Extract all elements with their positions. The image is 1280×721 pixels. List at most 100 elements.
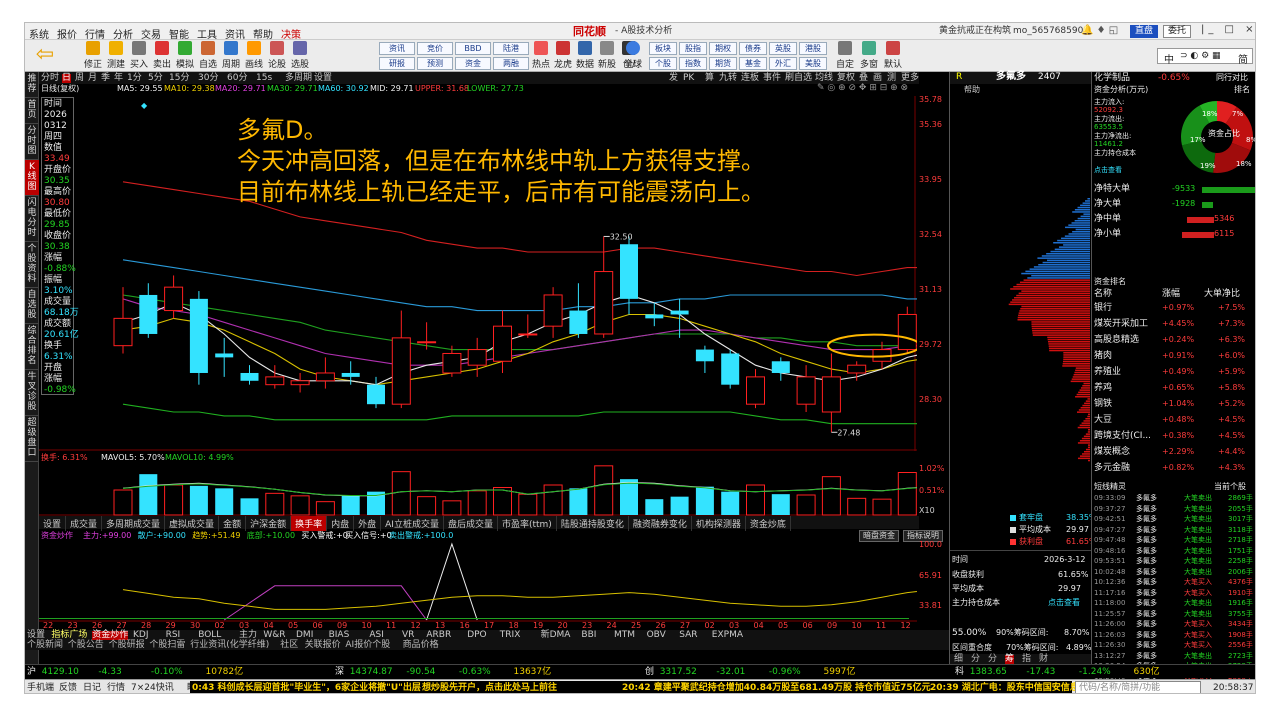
chart-option-tab[interactable]: 事件 [763,74,781,83]
status-tab[interactable]: 日记 [83,684,101,693]
toolbar-small-button[interactable]: 债券 [739,42,767,55]
sprite-stock[interactable]: 多氟多 [1136,537,1157,544]
candle-up[interactable] [391,337,411,405]
period-tab[interactable]: 设置 [314,74,332,83]
news-item[interactable]: 20:42 章建平聚武纪持仓增加40.84万股至681.49万股 持仓市值近75… [622,684,931,693]
volume-tab[interactable]: 融资融券变化 [629,516,692,531]
chart-option-tab[interactable]: 复权 [837,74,855,83]
indicator-tab[interactable]: 资金炒作 [92,631,129,640]
chart-option-tab[interactable]: 叠 [859,74,868,83]
volume-tab[interactable]: 市盈率(ttm) [498,516,557,531]
toolbar-small-button[interactable]: 资金 [455,57,491,70]
candle-down[interactable] [189,298,208,373]
candle-up[interactable] [442,352,462,374]
status-tab[interactable]: 7×24快讯 [131,684,174,693]
notice-text[interactable]: 黄金抗戒正在构筑 [939,27,1011,36]
dark-fund-button[interactable]: 暗盘资金 [859,530,899,542]
period-tab[interactable]: 15s [256,74,272,83]
toolbar-button[interactable]: 修正 [83,41,103,71]
news-tab[interactable]: 个股公告 [68,641,104,650]
news-tab[interactable]: 个股扫雷 [149,641,185,650]
ime-icons[interactable]: ⊃ ◐ ⚙ ▦ [1180,51,1221,61]
period-tab[interactable]: 15分 [169,74,189,83]
stock-code[interactable]: R [956,73,962,82]
indicator2-name[interactable]: 资金炒作 [41,532,73,540]
toolbar-button[interactable]: 默认 [883,41,903,71]
chart-option-tab[interactable]: 均线 [815,74,833,83]
volume-bar[interactable] [645,499,664,515]
chart-option-tab[interactable]: 发 [669,74,678,83]
news-item[interactable]: 20:39 湖北广电：股东中信国安信息拟减 [930,684,1097,693]
volume-bar[interactable] [771,494,790,515]
indicator-tab[interactable]: BOLL [198,631,221,640]
candle-down[interactable] [670,310,689,315]
candle-up[interactable] [265,376,285,386]
volume-bar[interactable] [467,490,487,516]
indicator-tab[interactable]: 主力 [239,631,257,640]
period-tab[interactable]: 日 [62,74,72,83]
news-tab[interactable]: 个股研报 [109,641,145,650]
chip-row-value[interactable]: 点击查看 [1048,599,1080,607]
candle-up[interactable] [467,349,487,366]
period-tab[interactable]: 60分 [227,74,247,83]
sprite-stock[interactable]: 多氟多 [1136,516,1157,523]
left-nav-item[interactable]: 自选股 [25,288,39,324]
mode-select[interactable]: 委托 [1163,25,1192,38]
toolbar-button[interactable]: 模拟 [175,41,195,71]
indicator-tab[interactable]: ASI [369,631,384,640]
sprite-stock[interactable]: 多氟多 [1136,526,1157,534]
left-nav-item[interactable]: 推荐 [25,72,39,98]
status-tab[interactable]: 行情 [107,684,125,693]
sprite-stock[interactable]: 多氟多 [1136,610,1157,618]
volume-bar[interactable] [417,496,437,516]
chart-option-tab[interactable]: 画 [873,74,882,83]
fund-rank-header[interactable]: 大单净比 [1204,290,1240,299]
toolbar-small-button[interactable]: 股指 [679,42,707,55]
back-button[interactable]: ⇦ [29,42,61,70]
candle-down[interactable] [139,294,158,334]
volume-tab[interactable]: 成交量 [66,516,103,531]
chip-tab[interactable]: 分 [988,655,997,664]
fund-rank-name[interactable]: 银行 [1094,304,1112,313]
indicator-tab[interactable]: BBI [581,631,596,640]
news-item[interactable]: 0:43 科创成长层迎首批"毕业生"，6家企业将撤"U"出层 [192,684,421,693]
window-controls[interactable]: |_ □ × [1201,25,1255,35]
sprite-stock[interactable]: 多氟多 [1136,621,1157,628]
volume-tab[interactable]: 设置 [39,516,67,531]
period-tab[interactable]: 周 [75,74,84,83]
fund-rank-name[interactable]: 大豆 [1094,416,1112,425]
user-name[interactable]: mo_565768590 [1013,27,1083,36]
sprite-stock[interactable]: 多氟多 [1136,568,1157,576]
fund-donut-chart[interactable]: 7% 8% 18% 19% 17% 18% 资金占比 [1178,98,1256,176]
ticker-field[interactable]: 科 [955,668,964,677]
candle-down[interactable] [620,244,638,299]
left-nav-item[interactable]: K线图 [25,160,39,196]
volume-bar[interactable] [113,489,133,516]
status-tab[interactable]: 反馈 [59,684,77,693]
toolbar-button[interactable]: 画线 [244,41,264,71]
volume-bar[interactable] [594,465,614,516]
toolbar-button[interactable]: 周期 [221,41,241,71]
volume-bar[interactable] [872,498,892,516]
candle-down[interactable] [215,353,234,358]
sprite-stock[interactable]: 多氟多 [1136,495,1157,502]
candle-up[interactable] [164,286,184,312]
volume-bar[interactable] [290,495,310,516]
volume-tab[interactable]: 机构探测器 [692,516,746,531]
toolbar-small-button[interactable]: 个股 [649,57,677,70]
toolbar-button[interactable]: 自选 [198,41,218,71]
candle-up[interactable] [821,376,841,413]
volume-bar[interactable] [796,494,816,516]
sector-name[interactable]: 化学制品 [1094,74,1130,83]
volume-bar[interactable] [821,476,841,516]
volume-tab[interactable]: 沪深金额 [246,516,292,531]
chart-option-tab[interactable]: 算 [705,74,714,83]
toolbar-small-button[interactable]: 期权 [709,42,737,55]
ime-chinese[interactable]: 中 [1164,51,1174,66]
chip-tab[interactable]: 细 [954,655,963,664]
candle-down[interactable] [341,372,360,377]
volume-bar[interactable] [265,492,285,516]
chart-option-tab[interactable]: 测 [887,74,896,83]
toolbar-button[interactable]: 数据 [575,41,595,71]
chip-help[interactable]: 帮助 [950,85,1092,96]
